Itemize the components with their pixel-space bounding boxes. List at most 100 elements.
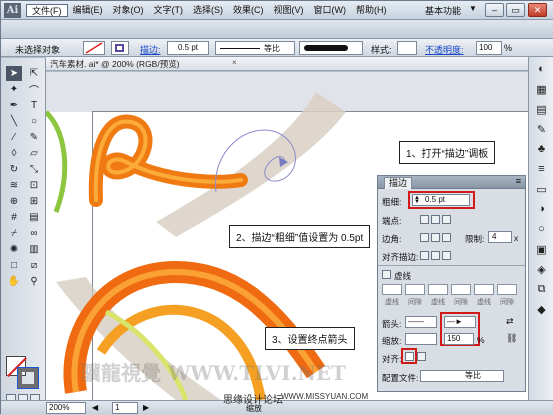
eraser-tool-icon[interactable]: ▱ <box>26 146 42 161</box>
blob-brush-tool-icon[interactable]: ◊ <box>6 146 22 161</box>
restore-button[interactable]: ▭ <box>506 3 525 17</box>
dashed-line-checkbox[interactable] <box>382 270 391 279</box>
fill-stroke-control[interactable] <box>6 356 40 389</box>
menu-bar: Ai 文件(F) 编辑(E) 对象(O) 文字(T) 选择(S) 效果(C) 视… <box>1 1 553 20</box>
zoom-tool-icon[interactable]: ⚲ <box>26 274 42 289</box>
start-scale-field[interactable] <box>405 333 437 345</box>
dash-field-2[interactable] <box>428 284 448 295</box>
graphic-styles-icon[interactable]: ▣ <box>533 241 551 257</box>
stroke-weight-field[interactable]: 0.5 pt <box>167 41 209 55</box>
color-guide-icon[interactable]: ▦ <box>533 81 551 97</box>
swatches-icon[interactable]: ▤ <box>533 101 551 117</box>
magic-wand-tool-icon[interactable]: ✦ <box>6 82 22 97</box>
type-tool-icon[interactable]: T <box>26 98 42 113</box>
stroke-swatch[interactable] <box>111 41 129 55</box>
prev-artboard-icon[interactable]: ◀ <box>92 403 98 412</box>
width-tool-icon[interactable]: ≋ <box>6 178 22 193</box>
menu-select[interactable]: 选择(S) <box>188 4 228 17</box>
color-panel-icon[interactable]: ◐ <box>533 61 551 77</box>
lasso-tool-icon[interactable]: ⌒ <box>26 82 42 97</box>
blend-tool-icon[interactable]: ∞ <box>26 226 42 241</box>
document-tab[interactable]: 汽车素材. ai* @ 200% (RGB/预览) × <box>46 57 532 71</box>
paintbrush-tool-icon[interactable]: ⁄ <box>6 130 22 145</box>
menu-effect[interactable]: 效果(C) <box>228 4 269 17</box>
dash-field-3[interactable] <box>474 284 494 295</box>
zoom-field[interactable]: 200% <box>46 402 86 414</box>
mesh-tool-icon[interactable]: # <box>6 210 22 225</box>
miter-join-button[interactable] <box>420 233 429 242</box>
shape-builder-tool-icon[interactable]: ⊕ <box>6 194 22 209</box>
stroke-panel-tab[interactable]: 描边 <box>384 177 413 189</box>
align-outside-button[interactable] <box>442 251 451 260</box>
workspace-switcher[interactable]: 基本功能 <box>425 4 461 17</box>
gap-field-2[interactable] <box>451 284 471 295</box>
menu-edit[interactable]: 编辑(E) <box>68 4 108 17</box>
pen-tool-icon[interactable]: ✒ <box>6 98 22 113</box>
menu-help[interactable]: 帮助(H) <box>351 4 392 17</box>
stroke-color-box[interactable] <box>17 367 39 389</box>
hand-tool-icon[interactable]: ✋ <box>6 274 22 289</box>
menu-object[interactable]: 对象(O) <box>108 4 149 17</box>
opacity-field[interactable]: 100 <box>476 41 502 55</box>
opacity-link[interactable]: 不透明度: <box>425 43 464 56</box>
scale-tool-icon[interactable]: ⤡ <box>26 162 42 177</box>
navigator-icon[interactable]: ◆ <box>533 301 551 317</box>
align-center-button[interactable] <box>420 251 429 260</box>
gap-field-3[interactable] <box>497 284 517 295</box>
panel-menu-icon[interactable]: ≡ <box>516 176 521 186</box>
ellipse-tool-icon[interactable]: ○ <box>26 114 42 129</box>
variable-width-profile[interactable]: 等比 <box>215 41 295 55</box>
stroke-link[interactable]: 描边: <box>140 43 161 56</box>
line-tool-icon[interactable]: ╲ <box>6 114 22 129</box>
round-cap-button[interactable] <box>431 215 440 224</box>
artboards-icon[interactable]: ⧉ <box>533 281 551 297</box>
chevron-down-icon[interactable]: ▼ <box>469 4 477 13</box>
limit-field[interactable]: 4 <box>488 231 512 243</box>
symbols-icon[interactable]: ♣ <box>533 141 551 157</box>
brush-definition[interactable] <box>299 41 363 55</box>
profile-select[interactable]: 等比 <box>420 370 504 382</box>
fill-swatch[interactable] <box>83 41 105 55</box>
start-arrowhead-select[interactable]: —— <box>405 316 437 328</box>
perspective-grid-tool-icon[interactable]: ⊞ <box>26 194 42 209</box>
transparency-icon[interactable]: ◑ <box>533 201 551 217</box>
menu-view[interactable]: 视图(V) <box>269 4 309 17</box>
column-graph-tool-icon[interactable]: ▥ <box>26 242 42 257</box>
brushes-icon[interactable]: ✎ <box>533 121 551 137</box>
end-scale-field[interactable]: 150 <box>444 333 474 345</box>
round-join-button[interactable] <box>431 233 440 242</box>
slice-tool-icon[interactable]: ⧄ <box>26 258 42 273</box>
butt-cap-button[interactable] <box>420 215 429 224</box>
bevel-join-button[interactable] <box>442 233 451 242</box>
arrow-tip-at-end-button[interactable] <box>417 352 426 361</box>
gradient-panel-icon[interactable]: ▭ <box>533 181 551 197</box>
menu-type[interactable]: 文字(T) <box>149 4 189 17</box>
graphic-style-swatch[interactable] <box>397 41 417 55</box>
swap-arrows-icon[interactable]: ⇄ <box>506 316 514 327</box>
close-icon[interactable]: × <box>232 58 237 67</box>
next-artboard-icon[interactable]: ▶ <box>143 403 149 412</box>
align-inside-button[interactable] <box>431 251 440 260</box>
gap-field-1[interactable] <box>405 284 425 295</box>
gradient-tool-icon[interactable]: ▤ <box>26 210 42 225</box>
eyedropper-tool-icon[interactable]: ⌿ <box>6 226 22 241</box>
menu-window[interactable]: 窗口(W) <box>309 4 352 17</box>
layers-icon[interactable]: ◈ <box>533 261 551 277</box>
menu-file[interactable]: 文件(F) <box>26 4 68 17</box>
free-transform-tool-icon[interactable]: ⊡ <box>26 178 42 193</box>
selection-tool-icon[interactable]: ➤ <box>6 66 22 81</box>
link-scale-icon[interactable]: ⛓ <box>506 333 517 344</box>
projecting-cap-button[interactable] <box>442 215 451 224</box>
stroke-panel-icon[interactable]: ≡ <box>533 161 551 177</box>
pencil-tool-icon[interactable]: ✎ <box>26 130 42 145</box>
minimize-button[interactable]: – <box>485 3 504 17</box>
close-button[interactable]: ✕ <box>528 3 547 17</box>
direct-selection-tool-icon[interactable]: ⇱ <box>26 66 42 81</box>
artboard-tool-icon[interactable]: □ <box>6 258 22 273</box>
symbol-sprayer-tool-icon[interactable]: ✺ <box>6 242 22 257</box>
appearance-icon[interactable]: ○ <box>533 221 551 237</box>
artboard-number-field[interactable]: 1 <box>112 402 138 414</box>
beige-swoosh <box>156 92 346 237</box>
dash-field-1[interactable] <box>382 284 402 295</box>
rotate-tool-icon[interactable]: ↻ <box>6 162 22 177</box>
